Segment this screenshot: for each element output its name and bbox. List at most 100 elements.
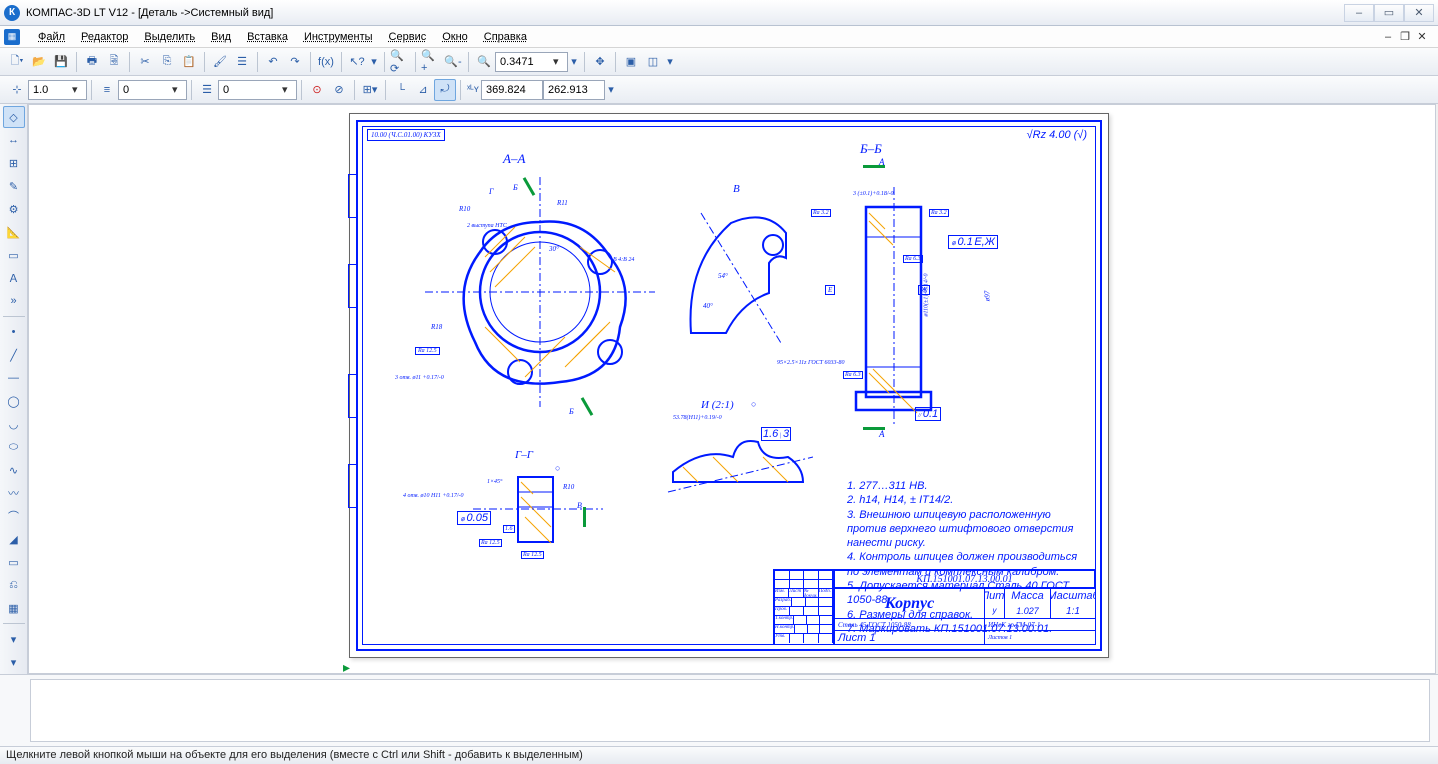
chamfer-tool-icon[interactable]: ◢ [3, 528, 25, 550]
select-tab-icon[interactable]: ▭ [3, 244, 25, 266]
ellipse-tool-icon[interactable]: ⬭ [3, 436, 25, 458]
chevron-down-icon[interactable]: ▾ [553, 55, 565, 68]
bezier-tool-icon[interactable]: 〰 [3, 482, 25, 504]
grid-button[interactable]: ⊞▾ [359, 79, 381, 101]
style-input[interactable] [223, 84, 279, 96]
arc-tool-icon[interactable]: ◡ [3, 413, 25, 435]
mdi-close-button[interactable]: ✕ [1414, 30, 1430, 44]
polyline-tool-icon[interactable]: ⎌ [3, 574, 25, 596]
menu-select[interactable]: Выделить [136, 29, 203, 45]
zoom-dropdown[interactable]: ▾ [568, 51, 580, 73]
layer-icon[interactable]: ≡ [96, 79, 118, 101]
print-button[interactable]: 🗟 [103, 51, 125, 73]
segment-tool-icon[interactable]: — [3, 367, 25, 389]
zoom-combo[interactable]: ▾ [495, 52, 568, 72]
geometry-tab-icon[interactable]: ◇ [3, 106, 25, 128]
dimensions-tab-icon[interactable]: ↔ [3, 129, 25, 151]
layer-input[interactable] [123, 84, 169, 96]
cut-button[interactable]: ✂ [134, 51, 156, 73]
coord-x-input[interactable] [481, 80, 543, 100]
zoom-input[interactable] [500, 56, 550, 68]
measure-tab-icon[interactable]: 📐 [3, 221, 25, 243]
point-tool-icon[interactable]: • [3, 321, 25, 343]
circle-tool-icon[interactable]: ◯ [3, 390, 25, 412]
margin-tick [348, 374, 358, 418]
mdi-minimize-button[interactable]: – [1380, 30, 1396, 44]
step-combo[interactable]: ▾ [28, 80, 87, 100]
undo-button[interactable]: ↶ [262, 51, 284, 73]
format-paint-button[interactable]: 🖌 [209, 51, 231, 73]
width3-label: 3 (±0.1)+0.18/-0 [853, 191, 894, 197]
coord-dropdown[interactable]: ▾ [605, 79, 617, 101]
dim5378-label: 53.78(H11)+0.19/-0 [673, 415, 722, 421]
open-button[interactable]: 📂 [28, 51, 50, 73]
menu-insert[interactable]: Вставка [239, 29, 296, 45]
zoom-scale-icon[interactable]: 🔍 [473, 51, 495, 73]
round-button[interactable]: ⤾ [434, 79, 456, 101]
r11-label: R11 [557, 199, 568, 207]
spec-tab-icon[interactable]: Ａ [3, 267, 25, 289]
paste-button[interactable]: 📋 [178, 51, 200, 73]
params-tab-icon[interactable]: ⚙ [3, 198, 25, 220]
chevron-down-icon[interactable]: ▾ [282, 83, 294, 96]
symbols-tab-icon[interactable]: ⊞ [3, 152, 25, 174]
down2-icon[interactable]: ▾ [3, 651, 25, 673]
style-combo[interactable]: ▾ [218, 80, 297, 100]
maximize-button[interactable]: ▭ [1374, 4, 1404, 22]
chevron-down-icon[interactable]: ▾ [172, 83, 184, 96]
cursor-select-button[interactable]: ↖? [346, 51, 368, 73]
menu-window[interactable]: Окно [434, 29, 476, 45]
rectangle-tool-icon[interactable]: ▭ [3, 551, 25, 573]
properties-button[interactable]: ☰ [231, 51, 253, 73]
menu-tools[interactable]: Инструменты [296, 29, 381, 45]
line-tool-icon[interactable]: ╱ [3, 344, 25, 366]
tol163-label: 1.6 | 3 [761, 427, 791, 441]
hatch-tool-icon[interactable]: ▦ [3, 597, 25, 619]
property-input-area[interactable] [30, 679, 1430, 742]
zoom-refresh-icon[interactable]: 🔍⟳ [389, 51, 411, 73]
zoom-out-button[interactable]: 🔍- [442, 51, 464, 73]
minimize-button[interactable]: – [1344, 4, 1374, 22]
chevron-down-icon[interactable]: ▾ [72, 83, 84, 96]
print-preview-button[interactable]: 🖶 [81, 51, 103, 73]
cursor-dropdown[interactable]: ▾ [368, 51, 380, 73]
fillet-tool-icon[interactable]: ⌒ [3, 505, 25, 527]
copy-button[interactable]: ⎘ [156, 51, 178, 73]
origin-marker-icon: ▸▴ [343, 659, 350, 674]
mdi-restore-button[interactable]: ❐ [1397, 30, 1413, 44]
step-input[interactable] [33, 84, 69, 96]
down1-icon[interactable]: ▾ [3, 628, 25, 650]
menu-editor[interactable]: Редактор [73, 29, 136, 45]
zoom-fit-button[interactable]: ▣ [620, 51, 642, 73]
snap-endpoint-button[interactable]: ⊙ [306, 79, 328, 101]
zoom-in-button[interactable]: 🔍+ [420, 51, 442, 73]
variables-button[interactable]: f(x) [315, 51, 337, 73]
edit-tab-icon[interactable]: ✎ [3, 175, 25, 197]
layers-button[interactable]: ☰ [196, 79, 218, 101]
snap-midpoint-button[interactable]: ⊘ [328, 79, 350, 101]
pan-button[interactable]: ✥ [589, 51, 611, 73]
menu-bar: ▦ Файл Редактор Выделить Вид Вставка Инс… [0, 26, 1438, 48]
step-icon[interactable]: ⊹ [6, 79, 28, 101]
par01-label: // 0.1 [915, 407, 941, 421]
save-button[interactable]: 💾 [50, 51, 72, 73]
new-dropdown-button[interactable]: 🗋▾ [6, 51, 28, 73]
zoom-window-button[interactable]: ◫ [642, 51, 664, 73]
menu-file[interactable]: Файл [30, 29, 73, 45]
title-bar: К КОМПАС-3D LT V12 - [Деталь ->Системный… [0, 0, 1438, 26]
layer-combo[interactable]: ▾ [118, 80, 187, 100]
view-dropdown[interactable]: ▾ [664, 51, 676, 73]
drawing-canvas[interactable]: 10.00 (Ч.С.01.00) КУЗХ √Rz 4.00 (√) А–А … [28, 104, 1436, 674]
ortho-button[interactable]: └ [390, 79, 412, 101]
document-icon[interactable]: ▦ [4, 29, 20, 45]
perpendicular-button[interactable]: ⊿ [412, 79, 434, 101]
close-button[interactable]: ✕ [1404, 4, 1434, 22]
spline-tool-icon[interactable]: ∿ [3, 459, 25, 481]
more-tabs-icon[interactable]: » [3, 290, 25, 312]
menu-service[interactable]: Сервис [381, 29, 435, 45]
coord-y-input[interactable] [543, 80, 605, 100]
redo-button[interactable]: ↷ [284, 51, 306, 73]
menu-help[interactable]: Справка [476, 29, 535, 45]
holes4-label: 4 отв. ø10 Н11 +0.17/-0 [403, 493, 464, 499]
menu-view[interactable]: Вид [203, 29, 239, 45]
